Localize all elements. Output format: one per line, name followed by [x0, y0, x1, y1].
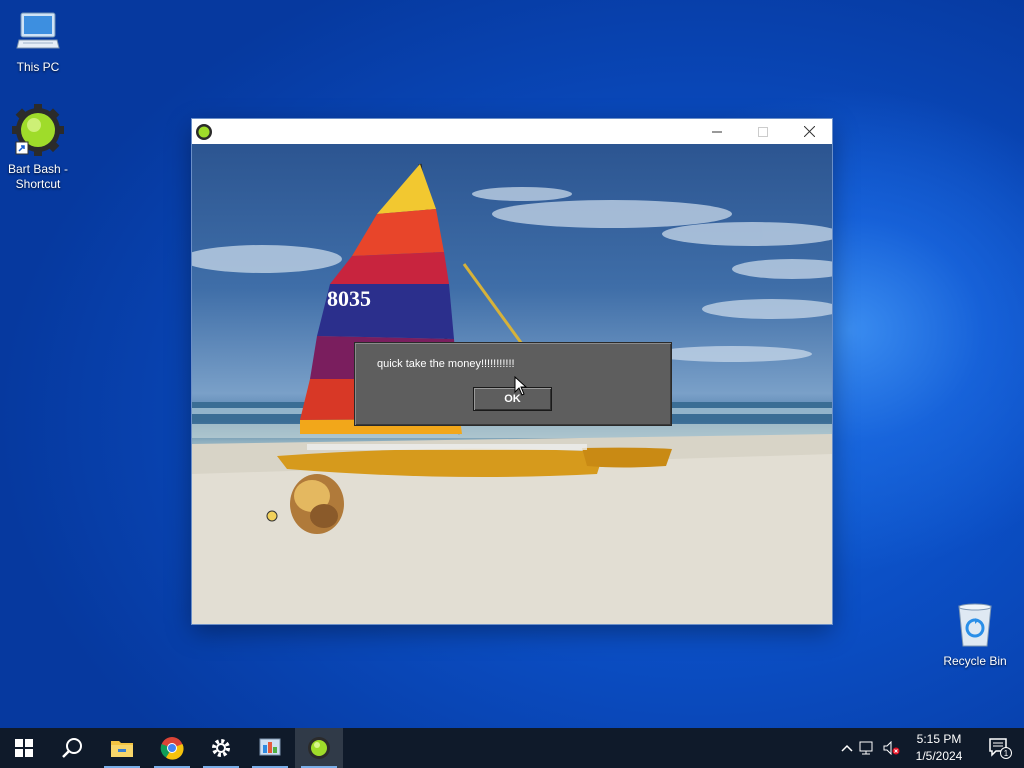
file-explorer-icon [111, 741, 133, 757]
taskbar-bart-bash[interactable] [295, 728, 343, 768]
bart-bash-icon [195, 123, 213, 146]
ok-button[interactable]: OK [473, 387, 552, 411]
settings-icon [212, 739, 230, 757]
desktop-icon-recycle-bin[interactable]: Recycle Bin [937, 602, 1013, 669]
sail-number: 8035 [327, 286, 371, 311]
message-dialog: quick take the money!!!!!!!!!!! OK [354, 342, 672, 426]
notification-icon: 1 [989, 738, 1012, 759]
bart-bash-icon [308, 737, 330, 759]
desktop-icon-this-pc[interactable]: This PC [0, 10, 76, 75]
desktop-icon-label: Bart Bash - Shortcut [7, 162, 69, 191]
close-button[interactable] [786, 119, 832, 144]
start-icon [15, 739, 33, 757]
action-center-button[interactable]: 1 [976, 728, 1024, 768]
taskbar-file-explorer[interactable] [98, 728, 146, 768]
chevron-up-icon[interactable] [838, 744, 856, 752]
taskbar: 5:15 PM 1/5/2024 1 [0, 728, 1024, 768]
desktop-icon-label: This PC [16, 60, 60, 74]
desktop-icon-bart-bash[interactable]: Bart Bash - Shortcut [0, 104, 76, 192]
search-button[interactable] [48, 728, 96, 768]
control-panel-icon [259, 738, 281, 756]
search-icon [62, 738, 82, 758]
minimize-button[interactable] [694, 119, 740, 144]
close-icon [803, 126, 815, 137]
taskbar-control-panel[interactable] [246, 728, 294, 768]
clock-date: 1/5/2024 [915, 749, 963, 763]
start-button[interactable] [0, 728, 48, 768]
desktop-icon-label: Recycle Bin [943, 654, 1007, 668]
network-icon[interactable] [856, 741, 880, 755]
chrome-icon [160, 737, 184, 760]
system-tray [838, 728, 904, 768]
explosion-sprite [290, 474, 344, 534]
bart-bash-icon [12, 104, 64, 156]
taskbar-clock[interactable]: 5:15 PM 1/5/2024 [906, 731, 972, 765]
game-scene[interactable]: 8035 quick take the money!!!!!!!!!!! OK [192, 144, 832, 624]
volume-muted-icon[interactable] [880, 741, 904, 755]
maximize-button[interactable] [740, 119, 786, 144]
computer-icon [16, 12, 60, 49]
mouse-cursor-icon [514, 376, 528, 396]
taskbar-settings[interactable] [197, 728, 245, 768]
taskbar-chrome[interactable] [148, 728, 196, 768]
recycle-bin-icon [958, 603, 992, 647]
maximize-icon [758, 126, 768, 137]
bart-bash-window: 8035 quick take the money!!!!!!!!!!! OK [192, 119, 832, 624]
notification-count: 1 [1004, 749, 1009, 758]
clock-time: 5:15 PM [916, 732, 962, 746]
dialog-message: quick take the money!!!!!!!!!!! [377, 358, 515, 370]
minimize-icon [712, 131, 722, 132]
window-titlebar[interactable] [192, 119, 832, 144]
